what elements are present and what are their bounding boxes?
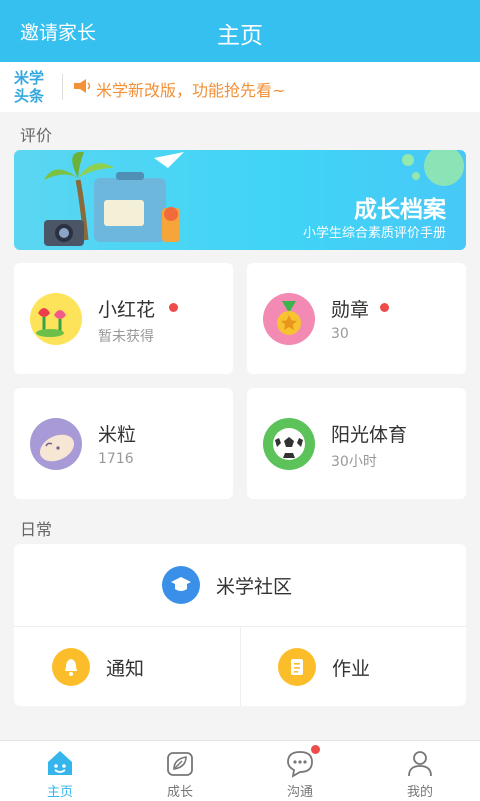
news-logo: 米学 头条 bbox=[14, 69, 50, 105]
homework-button[interactable]: 作业 bbox=[278, 648, 370, 686]
notice-button[interactable]: 通知 bbox=[52, 648, 144, 686]
card-subtitle: 暂未获得 bbox=[98, 329, 154, 345]
news-logo-line1: 米学 bbox=[14, 69, 45, 87]
card-red-flower[interactable]: 小红花 暂未获得 bbox=[14, 263, 233, 374]
rice-grain-icon bbox=[30, 418, 82, 470]
card-subtitle: 30 bbox=[331, 326, 349, 342]
notice-label: 通知 bbox=[106, 657, 145, 680]
tab-chat[interactable]: 沟通 bbox=[240, 741, 360, 801]
divider bbox=[62, 74, 63, 100]
tab-home[interactable]: 主页 bbox=[0, 741, 120, 801]
daily-panel: 米学社区 通知 作业 bbox=[14, 544, 466, 706]
soccer-ball-icon bbox=[263, 418, 315, 470]
tab-growth[interactable]: 成长 bbox=[120, 741, 240, 801]
card-title: 米粒 bbox=[98, 424, 137, 446]
home-icon bbox=[48, 751, 72, 775]
community-button[interactable]: 米学社区 bbox=[162, 566, 292, 604]
tab-label: 成长 bbox=[166, 785, 193, 800]
card-sunshine-sports[interactable]: 阳光体育 30小时 bbox=[247, 388, 466, 499]
section-label-daily: 日常 bbox=[20, 520, 53, 539]
bell-icon bbox=[52, 648, 90, 686]
banner-illustration bbox=[44, 151, 184, 246]
card-title: 阳光体育 bbox=[331, 424, 408, 446]
new-badge-dot bbox=[169, 303, 178, 312]
bubble-decoration bbox=[412, 172, 420, 180]
community-label: 米学社区 bbox=[216, 575, 293, 598]
news-logo-line2: 头条 bbox=[14, 87, 45, 105]
megaphone-icon bbox=[74, 79, 91, 93]
medal-icon bbox=[263, 293, 315, 345]
new-badge-dot bbox=[380, 303, 389, 312]
top-header: 邀请家长 主页 bbox=[0, 0, 480, 62]
homework-label: 作业 bbox=[332, 657, 371, 680]
bottom-tab-bar: 主页 成长 沟通 我的 bbox=[0, 740, 480, 801]
red-flower-icon bbox=[30, 293, 82, 345]
clipboard-icon bbox=[278, 648, 316, 686]
news-bar[interactable]: 米学 头条 米学新改版，功能抢先看~ bbox=[0, 62, 480, 112]
card-title: 勋章 bbox=[331, 299, 370, 321]
graduation-cap-icon bbox=[162, 566, 200, 604]
banner-title: 成长档案 bbox=[354, 197, 446, 223]
news-headline[interactable]: 米学新改版，功能抢先看~ bbox=[96, 77, 285, 101]
tab-mine[interactable]: 我的 bbox=[360, 741, 480, 801]
page-title: 主页 bbox=[217, 23, 263, 49]
growth-archive-banner[interactable]: 成长档案 小学生综合素质评价手册 bbox=[14, 150, 466, 250]
card-subtitle: 1716 bbox=[98, 451, 134, 467]
user-icon bbox=[408, 751, 432, 777]
card-medal[interactable]: 勋章 30 bbox=[247, 263, 466, 374]
card-rice-points[interactable]: 米粒 1716 bbox=[14, 388, 233, 499]
card-title: 小红花 bbox=[98, 299, 156, 321]
tab-label: 我的 bbox=[406, 785, 433, 800]
new-badge-dot bbox=[311, 745, 320, 754]
leaf-icon bbox=[167, 752, 193, 776]
bubble-decoration bbox=[424, 150, 464, 186]
section-label-evaluate: 评价 bbox=[20, 126, 53, 145]
bubble-decoration bbox=[402, 154, 414, 166]
divider bbox=[240, 626, 241, 706]
banner-subtitle: 小学生综合素质评价手册 bbox=[302, 226, 446, 241]
card-subtitle: 30小时 bbox=[331, 454, 377, 470]
tab-label: 主页 bbox=[46, 785, 73, 800]
tab-label: 沟通 bbox=[286, 785, 313, 800]
